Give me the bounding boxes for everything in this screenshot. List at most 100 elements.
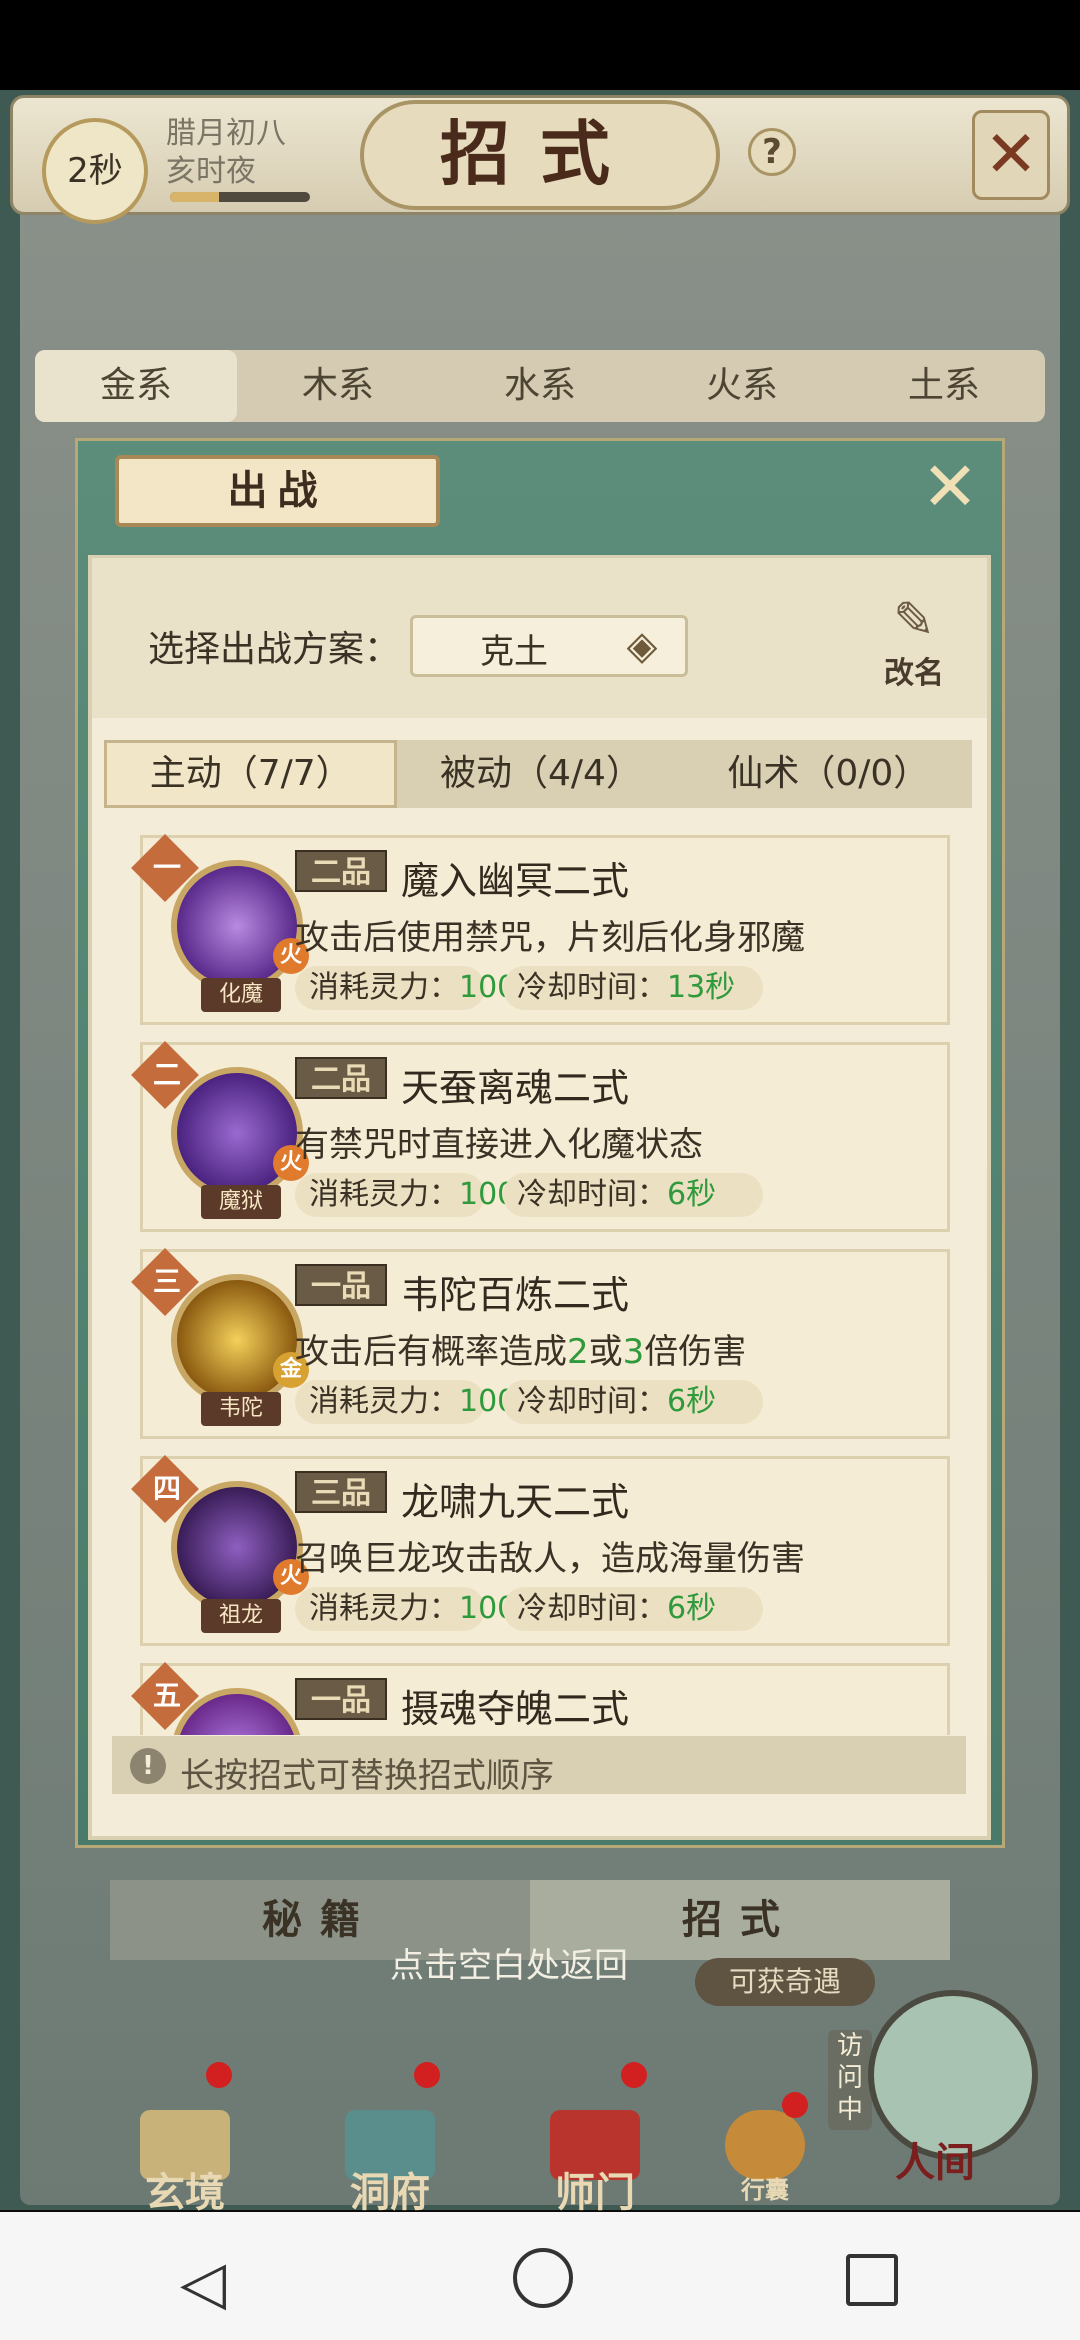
- home-icon[interactable]: [513, 2248, 573, 2308]
- grade-badge: 二品: [295, 1057, 387, 1099]
- nav-label: 行囊: [741, 2175, 789, 2204]
- timer-badge: 2秒: [42, 118, 148, 224]
- skill-card[interactable]: 四 祖龙 火 三品 龙啸九天二式 召唤巨龙攻击敌人，造成海量伤害 消耗灵力：10…: [131, 1455, 950, 1646]
- desc-number: 2: [567, 1332, 589, 1372]
- notification-dot: [621, 2062, 647, 2088]
- notification-dot: [414, 2062, 440, 2088]
- tab-fire[interactable]: 火系: [641, 350, 843, 422]
- cost-pill: 消耗灵力：100: [295, 1587, 516, 1631]
- tap-to-return-hint[interactable]: 点击空白处返回: [390, 1938, 628, 1987]
- cooldown-label: 冷却时间：: [517, 1591, 667, 1626]
- cost-label: 消耗灵力：: [309, 1177, 459, 1212]
- page-title: 招式: [360, 100, 720, 210]
- cooldown-pill: 冷却时间：13秒: [503, 966, 763, 1010]
- exclamation-icon: !: [130, 1748, 166, 1784]
- rename-label: 改名: [884, 656, 944, 691]
- grade-badge: 一品: [295, 1678, 387, 1720]
- scheme-value: 克土: [480, 632, 548, 672]
- modal-title: 出战: [115, 455, 440, 527]
- notification-dot: [782, 2092, 808, 2118]
- tab-active-skills[interactable]: 主动（7/7）: [104, 740, 398, 808]
- cooldown-value: 13秒: [667, 970, 736, 1005]
- skill-name: 魔入幽冥二式: [401, 859, 630, 903]
- skill-card[interactable]: 一 化魔 火 二品 魔入幽冥二式 攻击后使用禁咒，片刻后化身邪魔 消耗灵力：10…: [131, 834, 950, 1025]
- skill-type-tabs: 主动（7/7） 被动（4/4） 仙术（0/0）: [104, 740, 972, 808]
- tab-wood[interactable]: 木系: [237, 350, 439, 422]
- nav-bag[interactable]: 行囊: [700, 2110, 830, 2210]
- scheme-label: 选择出战方案：: [148, 629, 401, 670]
- order-number: 五: [152, 1679, 181, 1712]
- cooldown-label: 冷却时间：: [517, 1177, 667, 1212]
- desc-number: 3: [622, 1332, 645, 1372]
- order-number: 四: [152, 1472, 181, 1505]
- desc-text: 攻击后有概率造成: [295, 1332, 567, 1372]
- time-of-day: 亥时夜: [166, 154, 256, 189]
- cooldown-label: 冷却时间：: [517, 970, 667, 1005]
- brush-icon: ✎: [893, 591, 935, 649]
- dropdown-arrow-icon[interactable]: ◈: [614, 618, 670, 674]
- recent-apps-icon[interactable]: [846, 2254, 898, 2306]
- skill-card[interactable]: 三 韦陀 金 一品 韦陀百炼二式 攻击后有概率造成2或3倍伤害 消耗灵力：100…: [131, 1248, 950, 1439]
- cooldown-pill: 冷却时间：6秒: [503, 1587, 763, 1631]
- tab-water[interactable]: 水系: [439, 350, 641, 422]
- skill-icon-label: 韦陀: [201, 1392, 281, 1426]
- nav-human-world[interactable]: 人间: [860, 2110, 1010, 2210]
- status-bar: [0, 0, 1080, 90]
- tab-passive-skills[interactable]: 被动（4/4）: [397, 740, 684, 808]
- cooldown-pill: 冷却时间：6秒: [503, 1173, 763, 1217]
- order-number: 二: [152, 1058, 181, 1091]
- skill-description: 召唤巨龙攻击敌人，造成海量伤害: [295, 1539, 805, 1579]
- cost-pill: 消耗灵力：100: [295, 1173, 516, 1217]
- skill-card[interactable]: 二 魔狱 火 二品 天蚕离魂二式 有禁咒时直接进入化魔状态 消耗灵力：100 冷…: [131, 1041, 950, 1232]
- cost-pill: 消耗灵力：100: [295, 966, 516, 1010]
- cooldown-value: 6秒: [667, 1384, 717, 1419]
- tab-earth[interactable]: 土系: [843, 350, 1045, 422]
- modal-close-icon[interactable]: ✕: [920, 454, 980, 522]
- desc-text: 倍伤害: [644, 1332, 747, 1372]
- skill-description: 攻击后有概率造成2或3倍伤害: [295, 1324, 746, 1373]
- skill-name: 韦陀百炼二式: [401, 1273, 630, 1317]
- skill-description: 有禁咒时直接进入化魔状态: [295, 1125, 703, 1165]
- skill-description: 攻击后使用禁咒，片刻后化身邪魔: [295, 918, 805, 958]
- cost-pill: 消耗灵力：100: [295, 1380, 516, 1424]
- back-icon[interactable]: ◁: [180, 2248, 226, 2318]
- skill-name: 摄魂夺魄二式: [401, 1687, 630, 1731]
- desc-text: 或: [588, 1332, 623, 1372]
- nav-label: 人间: [895, 2139, 975, 2186]
- cost-label: 消耗灵力：: [309, 1591, 459, 1626]
- hint-text: 长按招式可替换招式顺序: [180, 1756, 554, 1796]
- skill-list: 一 化魔 火 二品 魔入幽冥二式 攻击后使用禁咒，片刻后化身邪魔 消耗灵力：10…: [110, 825, 965, 1735]
- notification-dot: [206, 2062, 232, 2088]
- skill-name: 天蚕离魂二式: [401, 1066, 630, 1110]
- cooldown-pill: 冷却时间：6秒: [503, 1380, 763, 1424]
- grade-badge: 三品: [295, 1471, 387, 1513]
- adventure-badge[interactable]: 可获奇遇: [695, 1958, 875, 2006]
- element-tabs: 金系 木系 水系 火系 土系: [35, 350, 1045, 422]
- skill-icon-label: 化魔: [201, 978, 281, 1012]
- nav-cave-residence[interactable]: 洞府: [315, 2110, 465, 2216]
- cost-label: 消耗灵力：: [309, 970, 459, 1005]
- order-number: 一: [152, 851, 181, 884]
- rename-button[interactable]: ✎ 改名: [866, 591, 962, 691]
- skill-icon-label: 魔狱: [201, 1185, 281, 1219]
- skill-card[interactable]: 五 一品 摄魂夺魄二式: [131, 1662, 950, 1735]
- cooldown-value: 6秒: [667, 1177, 717, 1212]
- close-icon[interactable]: ✕: [972, 110, 1050, 200]
- nav-sect[interactable]: 师门: [520, 2110, 670, 2216]
- grade-badge: 二品: [295, 850, 387, 892]
- nav-mystic-realm[interactable]: 玄境: [110, 2110, 260, 2216]
- nav-label: 玄境: [145, 2169, 225, 2216]
- order-number: 三: [152, 1265, 181, 1298]
- cost-label: 消耗灵力：: [309, 1384, 459, 1419]
- nav-label: 洞府: [350, 2169, 430, 2216]
- progress-fill: [170, 192, 219, 202]
- cooldown-label: 冷却时间：: [517, 1384, 667, 1419]
- tab-metal[interactable]: 金系: [35, 350, 237, 422]
- skill-name: 龙啸九天二式: [401, 1480, 630, 1524]
- tab-immortal-arts[interactable]: 仙术（0/0）: [685, 740, 972, 808]
- question-icon[interactable]: ?: [748, 128, 796, 176]
- progress-bar: [170, 192, 310, 202]
- cooldown-value: 6秒: [667, 1591, 717, 1626]
- skill-icon-label: 祖龙: [201, 1599, 281, 1633]
- grade-badge: 一品: [295, 1264, 387, 1306]
